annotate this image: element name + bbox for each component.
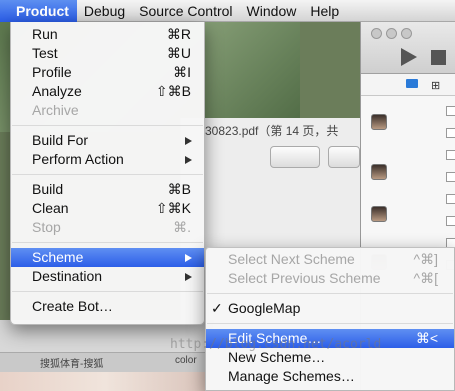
menu-product[interactable]: Product	[0, 0, 77, 22]
zoom-button[interactable]	[401, 28, 412, 39]
shortcut-label: ⌘B	[167, 181, 191, 197]
shortcut-label: ⌘U	[166, 45, 191, 61]
menu-item-run[interactable]: Run ⌘R	[11, 25, 204, 44]
scheme-submenu: Select Next Scheme ^⌘] Select Previous Sc…	[205, 247, 455, 391]
shortcut-label: ⌘.	[173, 219, 191, 235]
avatar-icon	[371, 114, 387, 130]
checkbox[interactable]	[446, 216, 455, 226]
checkbox[interactable]	[446, 150, 455, 160]
shortcut-label: ⌘R	[166, 26, 191, 42]
rotate-button[interactable]	[328, 146, 360, 168]
hierarchy-icon[interactable]: ⊞	[431, 79, 440, 92]
browser-tab-color[interactable]: color	[175, 355, 197, 366]
menu-item-build-for[interactable]: Build For	[11, 131, 204, 150]
submenu-arrow-icon	[185, 137, 192, 145]
shortcut-label: ⇧⌘B	[155, 83, 191, 99]
menu-separator	[12, 174, 203, 175]
checkbox[interactable]	[446, 128, 455, 138]
submenu-arrow-icon	[185, 254, 192, 262]
submenu-arrow-icon	[185, 156, 192, 164]
menu-separator	[207, 293, 453, 294]
menu-item-clean[interactable]: Clean ⇧⌘K	[11, 199, 204, 218]
menu-window[interactable]: Window	[240, 0, 304, 22]
pdf-file-title: 30823.pdf（第 14 页，共	[205, 124, 339, 138]
product-menu: Run ⌘R Test ⌘U Profile ⌘I Analyze ⇧⌘B Archiv…	[10, 22, 205, 325]
browser-tab-sohu[interactable]: 搜狐体育-搜狐	[40, 355, 103, 370]
navigator-bar: ⊞	[361, 74, 455, 96]
menu-separator	[12, 125, 203, 126]
menu-item-manage-schemes[interactable]: Manage Schemes…	[206, 367, 454, 386]
window-toolbar	[361, 22, 455, 74]
markup-button[interactable]	[270, 146, 320, 168]
checkbox[interactable]	[446, 106, 455, 116]
page-content-strip	[0, 372, 210, 391]
shortcut-label: ^⌘]	[413, 251, 438, 267]
window-controls	[371, 28, 412, 39]
menu-item-scheme[interactable]: Scheme	[11, 248, 204, 267]
menu-item-select-previous-scheme: Select Previous Scheme ^⌘[	[228, 270, 438, 286]
menu-item-profile[interactable]: Profile ⌘I	[11, 63, 204, 82]
folder-icon[interactable]	[406, 79, 418, 88]
menu-item-test[interactable]: Test ⌘U	[11, 44, 204, 63]
menu-item-create-bot[interactable]: Create Bot…	[11, 297, 204, 316]
menu-debug[interactable]: Debug	[77, 0, 132, 22]
menu-item-perform-action[interactable]: Perform Action	[11, 150, 204, 169]
run-play-icon[interactable]	[401, 48, 417, 66]
menu-item-analyze[interactable]: Analyze ⇧⌘B	[11, 82, 204, 101]
avatar-icon	[371, 206, 387, 222]
avatar-icon	[371, 164, 387, 180]
shortcut-label: ⇧⌘K	[155, 200, 191, 216]
menu-item-edit-scheme[interactable]: Edit Scheme… ⌘<	[206, 329, 454, 348]
shortcut-label: ^⌘[	[413, 270, 438, 286]
menu-separator	[207, 323, 453, 324]
submenu-arrow-icon	[185, 273, 192, 281]
menu-item-stop: Stop ⌘.	[32, 219, 191, 235]
minimize-button[interactable]	[386, 28, 397, 39]
menu-separator	[12, 291, 203, 292]
checkbox[interactable]	[446, 194, 455, 204]
menu-item-build[interactable]: Build ⌘B	[11, 180, 204, 199]
stop-icon[interactable]	[431, 50, 446, 65]
shortcut-label: ⌘I	[173, 64, 191, 80]
menu-bar: Product Debug Source Control Window Help	[0, 0, 455, 22]
menu-item-select-next-scheme: Select Next Scheme ^⌘]	[228, 251, 438, 267]
menu-item-archive: Archive	[32, 102, 79, 118]
shortcut-label: ⌘<	[415, 330, 438, 346]
menu-source-control[interactable]: Source Control	[132, 0, 239, 22]
close-button[interactable]	[371, 28, 382, 39]
menu-item-new-scheme[interactable]: New Scheme…	[206, 348, 454, 367]
checkbox[interactable]	[446, 172, 455, 182]
checkmark-icon: ✓	[211, 300, 223, 316]
menu-help[interactable]: Help	[303, 0, 346, 22]
menu-item-scheme-googlemap[interactable]: ✓ GoogleMap	[206, 299, 454, 318]
menu-item-destination[interactable]: Destination	[11, 267, 204, 286]
menu-separator	[12, 242, 203, 243]
